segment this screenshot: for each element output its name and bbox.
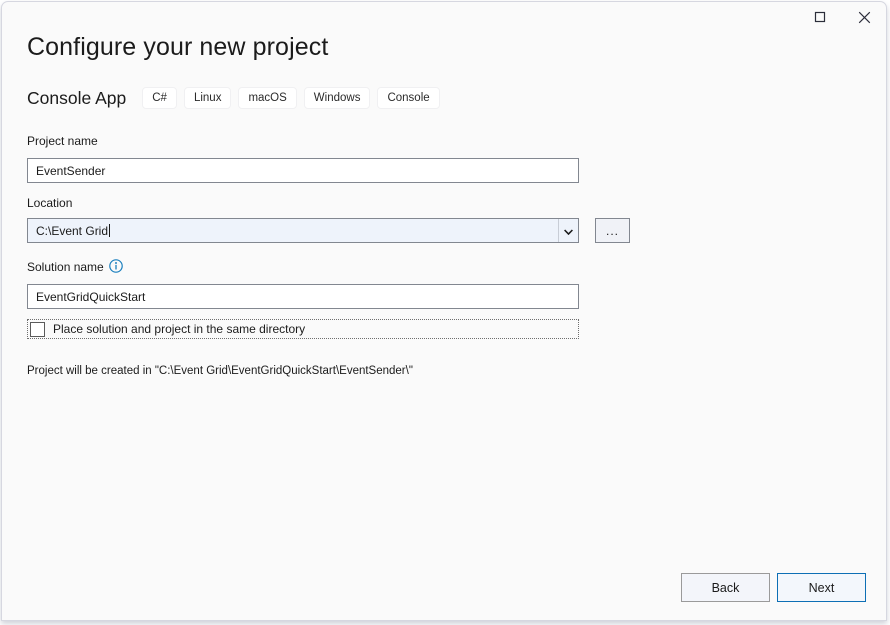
back-button[interactable]: Back xyxy=(681,573,770,602)
location-dropdown-button[interactable] xyxy=(558,219,578,242)
tag-chip-language: C# xyxy=(142,87,177,109)
tag-chip-windows: Windows xyxy=(304,87,371,109)
location-value[interactable]: C:\Event Grid xyxy=(28,219,558,242)
maximize-button[interactable] xyxy=(798,2,842,32)
project-name-input[interactable] xyxy=(27,158,579,183)
maximize-icon xyxy=(814,11,826,23)
same-directory-row[interactable]: Place solution and project in the same d… xyxy=(27,319,579,339)
text-caret xyxy=(109,224,110,237)
page-title: Configure your new project xyxy=(27,33,328,62)
window-controls xyxy=(798,2,886,32)
location-label: Location xyxy=(27,196,72,210)
location-value-text: C:\Event Grid xyxy=(36,224,108,238)
template-name: Console App xyxy=(27,88,126,109)
project-name-label: Project name xyxy=(27,134,98,148)
location-combobox[interactable]: C:\Event Grid xyxy=(27,218,579,243)
configure-project-dialog: Configure your new project Console App C… xyxy=(1,1,887,621)
solution-name-input[interactable] xyxy=(27,284,579,309)
info-icon[interactable] xyxy=(109,259,123,273)
browse-location-button[interactable]: ... xyxy=(595,218,630,243)
close-icon xyxy=(858,11,871,24)
close-button[interactable] xyxy=(842,2,886,32)
tag-chip-macos: macOS xyxy=(238,87,296,109)
same-directory-label: Place solution and project in the same d… xyxy=(53,322,305,336)
chevron-down-icon xyxy=(564,222,573,240)
project-path-note: Project will be created in "C:\Event Gri… xyxy=(27,365,413,377)
tag-chip-console: Console xyxy=(377,87,439,109)
tag-chip-linux: Linux xyxy=(184,87,232,109)
solution-name-label: Solution name xyxy=(27,260,104,274)
template-summary: Console App C# Linux macOS Windows Conso… xyxy=(27,87,447,109)
same-directory-checkbox[interactable] xyxy=(30,322,45,337)
next-button[interactable]: Next xyxy=(777,573,866,602)
